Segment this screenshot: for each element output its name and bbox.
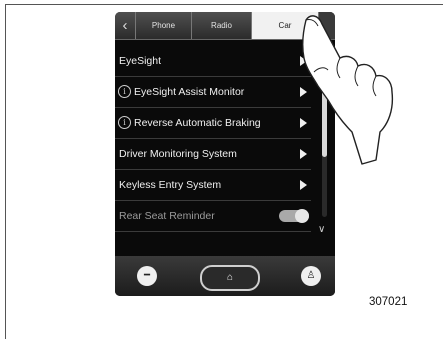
menu-item-label: EyeSight Assist Monitor xyxy=(134,86,245,98)
home-button[interactable]: ⌂ xyxy=(200,265,260,291)
menu-scrollbar[interactable] xyxy=(322,47,327,217)
home-icon: ⌂ xyxy=(226,272,234,283)
tab-phone[interactable]: Phone xyxy=(136,12,192,39)
minus-circle-icon: ━ xyxy=(143,270,151,281)
menu-item-rear-seat-reminder: Rear Seat Reminder xyxy=(115,201,311,232)
menu-item-label: Rear Seat Reminder xyxy=(119,210,215,222)
tab-radio[interactable]: Radio xyxy=(192,12,252,39)
menu-item-keyless-entry-system[interactable]: Keyless Entry System xyxy=(115,170,311,201)
info-icon[interactable]: i xyxy=(118,116,131,129)
menu-item-label: EyeSight xyxy=(119,55,162,67)
arrow-right-icon xyxy=(300,87,307,97)
rear-seat-reminder-toggle[interactable] xyxy=(279,209,309,223)
arrow-right-icon xyxy=(300,56,307,66)
profile-button[interactable]: ♙ xyxy=(301,266,321,286)
back-button[interactable]: ‹ xyxy=(115,12,136,39)
menu-item-label: Reverse Automatic Braking xyxy=(134,117,261,129)
arrow-right-icon xyxy=(300,149,307,159)
menu-item-label: Driver Monitoring System xyxy=(119,148,237,160)
arrow-right-icon xyxy=(300,118,307,128)
menu-item-eyesight[interactable]: EyeSight xyxy=(115,46,311,77)
arrow-right-icon xyxy=(300,180,307,190)
frame-left-line xyxy=(5,4,6,339)
person-icon: ♙ xyxy=(306,270,316,281)
menu-item-label: Keyless Entry System xyxy=(119,179,222,191)
info-icon[interactable]: i xyxy=(118,85,131,98)
tab-car[interactable]: Car xyxy=(252,12,319,39)
menu-item-driver-monitoring-system[interactable]: Driver Monitoring System xyxy=(115,139,311,170)
toggle-knob xyxy=(295,209,309,223)
minus-circle-button[interactable]: ━ xyxy=(137,266,157,286)
bottom-bar: ━ ⌂ ♙ xyxy=(115,256,335,296)
car-settings-menu: EyeSight i EyeSight Assist Monitor i Rev… xyxy=(115,46,311,232)
menu-item-eyesight-assist-monitor[interactable]: i EyeSight Assist Monitor xyxy=(115,77,311,108)
menu-item-reverse-automatic-braking[interactable]: i Reverse Automatic Braking xyxy=(115,108,311,139)
frame-top-line xyxy=(5,4,443,5)
scrollbar-thumb[interactable] xyxy=(322,87,327,157)
chevron-down-icon[interactable]: ∨ xyxy=(318,224,325,235)
chevron-left-icon: ‹ xyxy=(122,17,128,34)
figure-reference-code: 307021 xyxy=(369,296,408,308)
infotainment-screen: ‹ Phone Radio Car EyeSight i EyeSight As… xyxy=(115,12,335,296)
tab-more[interactable] xyxy=(319,12,335,39)
tab-bar: ‹ Phone Radio Car xyxy=(115,12,335,40)
